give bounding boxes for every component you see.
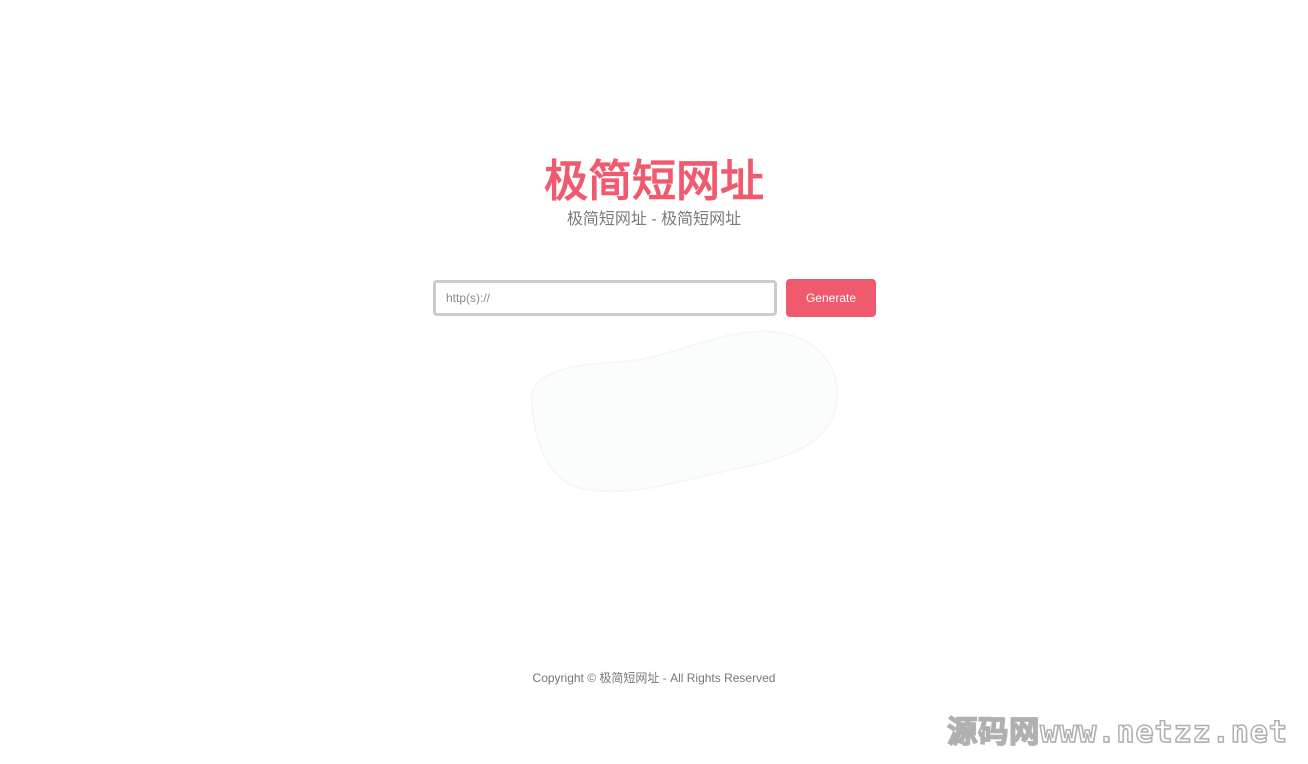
footer-copyright: Copyright © 极简短网址 - All Rights Reserved [532,671,776,685]
page: 极简短网址 极简短网址 - 极简短网址 Generate Copyright ©… [0,0,1308,764]
url-input[interactable] [433,280,777,316]
page-subtitle: 极简短网址 - 极简短网址 [566,211,742,228]
decorative-blob [530,330,839,493]
generate-button[interactable]: Generate [786,279,876,317]
watermark-text: 源码网www.netzz.net [946,714,1288,751]
page-title: 极简短网址 [544,157,764,206]
